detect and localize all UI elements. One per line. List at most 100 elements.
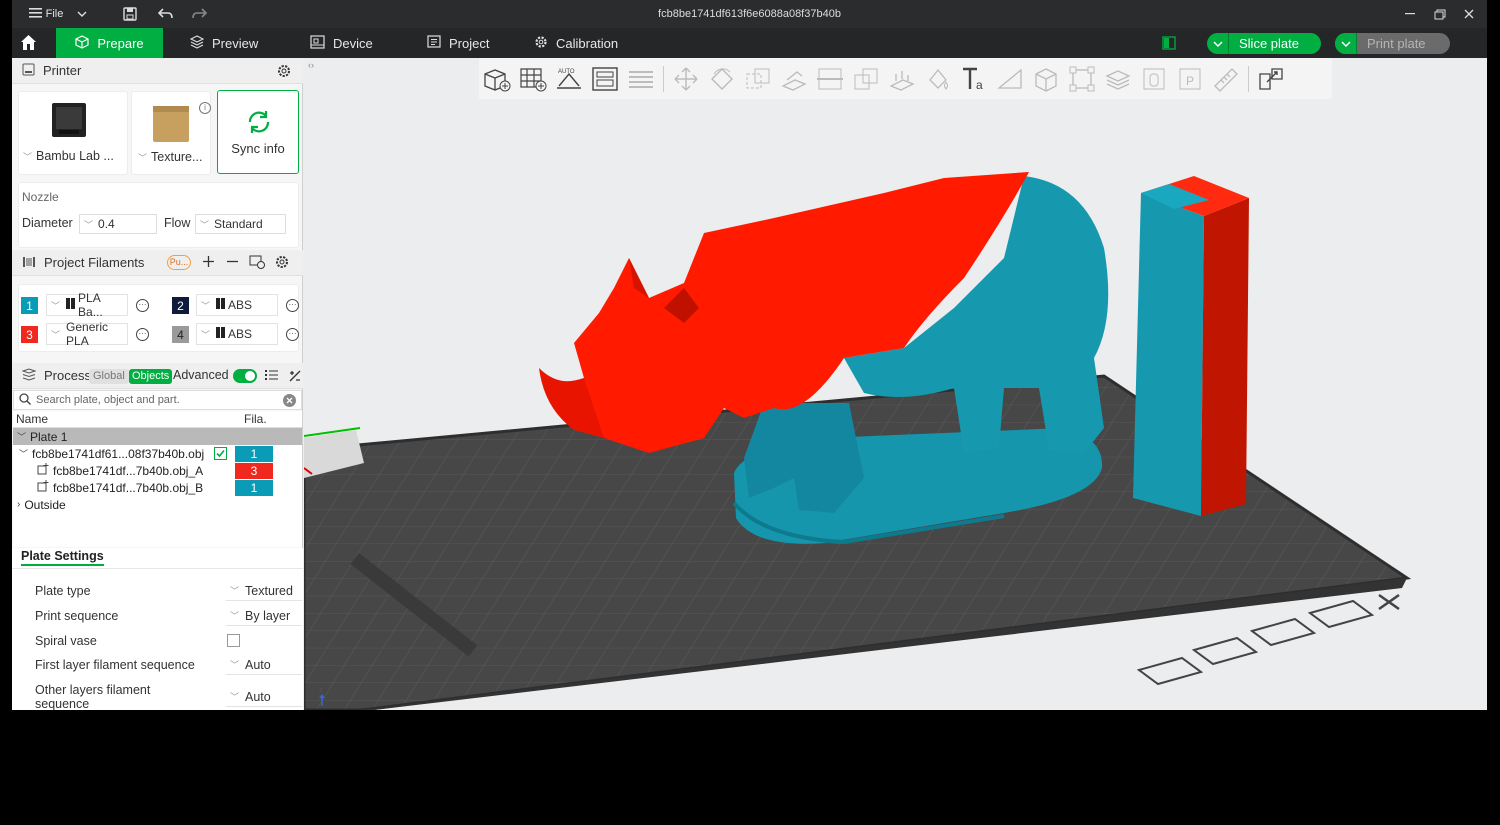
slice-view-icon[interactable] (1100, 61, 1136, 97)
support-paint-icon[interactable] (884, 61, 920, 97)
menu-dropdown-icon[interactable] (72, 0, 92, 28)
save-icon[interactable] (120, 0, 140, 28)
filament-2-color-swatch[interactable]: 2 (172, 297, 189, 314)
advanced-toggle-switch[interactable] (233, 369, 257, 383)
flow-select[interactable]: ﹀ Standard (195, 214, 286, 234)
diameter-value: 0.4 (98, 217, 115, 231)
minimize-icon[interactable] (1400, 0, 1420, 28)
plate-expand-chevron-icon[interactable]: ﹀ (17, 430, 26, 443)
lay-on-face-icon[interactable] (776, 61, 812, 97)
split-plates-icon[interactable] (623, 61, 659, 97)
filaments-section-header[interactable]: Project Filaments Pu... (12, 250, 303, 276)
plate-type-select[interactable]: ﹀ Textured (226, 581, 302, 601)
filament-4-select[interactable]: ﹀ ABS (196, 323, 278, 345)
text-tool-icon[interactable]: a (956, 61, 992, 97)
sync-info-button[interactable]: Sync info (217, 90, 299, 174)
cut-icon[interactable] (812, 61, 848, 97)
scale-icon[interactable] (740, 61, 776, 97)
delete-plate-icon[interactable] (1378, 593, 1400, 611)
list-view-icon[interactable] (265, 369, 278, 384)
file-menu-button[interactable]: File (20, 0, 72, 28)
add-object-icon[interactable] (479, 61, 515, 97)
object-expand-chevron-icon[interactable]: ﹀ (19, 447, 28, 460)
slice-plate-button[interactable]: Slice plate (1207, 33, 1321, 54)
home-button[interactable] (12, 28, 45, 58)
process-objects-toggle[interactable]: Objects (129, 369, 173, 384)
plate-preset-card[interactable]: i ﹀ Texture... (131, 91, 211, 175)
tab-project[interactable]: Project (415, 28, 501, 58)
printer-section-header[interactable]: Printer (12, 58, 303, 84)
assembly-icon[interactable] (1028, 61, 1064, 97)
object-filament-cell[interactable]: 1 (235, 446, 273, 462)
redo-icon[interactable] (189, 0, 209, 28)
add-filament-icon[interactable] (202, 255, 215, 271)
remove-filament-icon[interactable] (226, 255, 239, 271)
close-icon[interactable] (1459, 0, 1479, 28)
arrange-icon[interactable] (587, 61, 623, 97)
filament-preset-badge[interactable]: Pu... (167, 255, 191, 270)
filament-3-select[interactable]: ﹀ Generic PLA (46, 320, 128, 348)
filament-3-color-swatch[interactable]: 3 (21, 326, 38, 343)
plate-label-icon[interactable]: P (1172, 61, 1208, 97)
undo-icon[interactable] (155, 0, 175, 28)
measure-icon[interactable] (992, 61, 1028, 97)
filament-2-more-icon[interactable]: ··· (286, 299, 299, 312)
process-compare-icon[interactable] (288, 369, 302, 386)
plate-row[interactable]: ﹀ Plate 1 (13, 428, 302, 445)
plate-layout-icon[interactable] (1162, 36, 1176, 55)
diameter-select[interactable]: ﹀ 0.4 (79, 214, 157, 234)
arrange-plate-icon[interactable] (1249, 617, 1317, 647)
filament-1-more-icon[interactable]: ··· (136, 299, 149, 312)
tab-device[interactable]: Device (298, 28, 385, 58)
clear-search-icon[interactable] (283, 394, 296, 407)
first-layer-sequence-select[interactable]: ﹀ Auto (226, 655, 302, 675)
filament-sync-icon[interactable] (249, 255, 265, 272)
move-icon[interactable] (668, 61, 704, 97)
filament-3-more-icon[interactable]: ··· (136, 328, 149, 341)
3d-viewport[interactable]: ‹› AUTO a P z (304, 58, 1487, 710)
object-row[interactable]: ﹀ fcb8be1741df61...08f37b40b.obj 1 (13, 445, 302, 462)
auto-orient-icon[interactable]: AUTO (551, 61, 587, 97)
maximize-icon[interactable] (1430, 0, 1450, 28)
part-b-filament-cell[interactable]: 1 (235, 480, 273, 496)
printer-settings-gear-icon[interactable] (277, 64, 291, 81)
print-sequence-select[interactable]: ﹀ By layer (226, 606, 302, 626)
filament-2-select[interactable]: ﹀ ABS (196, 294, 278, 316)
tab-prepare[interactable]: Prepare (56, 28, 163, 58)
bounding-box-icon[interactable] (1064, 61, 1100, 97)
printer-preset-card[interactable]: ﹀ Bambu Lab ... (18, 91, 128, 175)
other-layers-sequence-select[interactable]: ﹀ Auto (226, 687, 302, 707)
filament-4-more-icon[interactable]: ··· (286, 328, 299, 341)
tab-calibration[interactable]: Calibration (522, 28, 630, 58)
outside-row[interactable]: › Outside (13, 496, 302, 513)
print-plate-button[interactable]: Print plate (1335, 33, 1450, 54)
process-global-toggle[interactable]: Global (89, 369, 129, 384)
filament-1-color-swatch[interactable]: 1 (21, 297, 38, 314)
boolean-icon[interactable] (848, 61, 884, 97)
print-dropdown-icon[interactable] (1335, 33, 1357, 54)
object-search-input[interactable]: Search plate, object and part. (13, 390, 302, 410)
plate-name: Plate 1 (30, 429, 68, 444)
spiral-vase-checkbox[interactable] (227, 634, 240, 647)
object-visible-checkbox[interactable] (214, 447, 227, 460)
lock-plate-icon[interactable] (1191, 636, 1259, 666)
plate-settings-icon[interactable] (1307, 599, 1375, 629)
outside-expand-chevron-icon[interactable]: › (17, 499, 20, 510)
add-plate-icon[interactable] (515, 61, 551, 97)
part-icon (37, 463, 49, 478)
filament-1-select[interactable]: ﹀ PLA Ba... (46, 291, 128, 319)
ruler-icon[interactable] (1208, 61, 1244, 97)
vase-icon[interactable] (1136, 61, 1172, 97)
explode-view-icon[interactable] (1253, 61, 1289, 97)
info-icon[interactable]: i (199, 102, 211, 114)
orient-plate-icon[interactable] (1136, 656, 1204, 686)
color-paint-icon[interactable] (920, 61, 956, 97)
part-b-row[interactable]: fcb8be1741df...7b40b.obj_B 1 (13, 479, 302, 496)
slice-dropdown-icon[interactable] (1207, 33, 1229, 54)
filament-4-color-swatch[interactable]: 4 (172, 326, 189, 343)
rotate-icon[interactable] (704, 61, 740, 97)
filament-settings-gear-icon[interactable] (275, 255, 289, 272)
part-a-filament-cell[interactable]: 3 (235, 463, 273, 479)
part-a-row[interactable]: fcb8be1741df...7b40b.obj_A 3 (13, 462, 302, 479)
tab-preview[interactable]: Preview (178, 28, 270, 58)
